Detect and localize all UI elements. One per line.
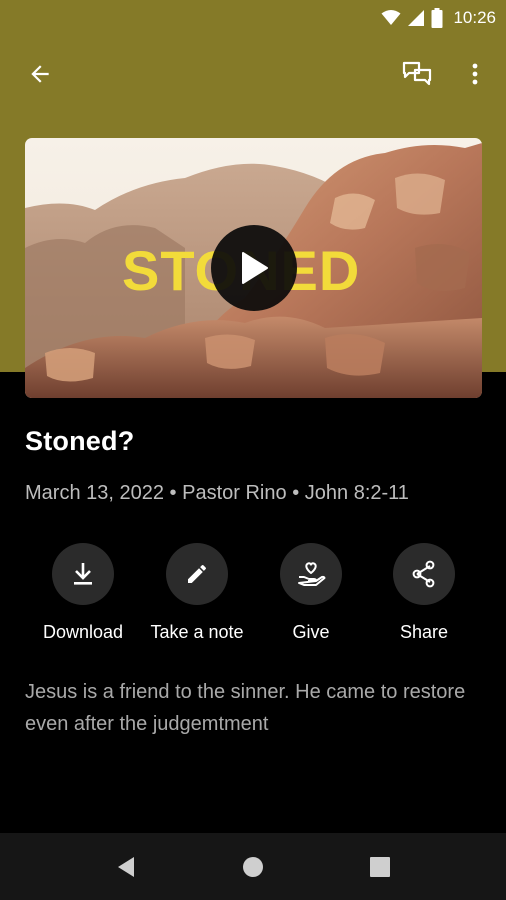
system-recents-button[interactable] [356, 843, 404, 891]
system-home-button[interactable] [229, 843, 277, 891]
nav-recents-icon [370, 857, 390, 877]
sermon-scripture: John 8:2-11 [304, 482, 409, 504]
action-row: Download Take a note Give Share [0, 543, 506, 653]
meta-separator: • [169, 482, 177, 504]
system-back-button[interactable] [102, 843, 150, 891]
download-label: Download [42, 622, 124, 642]
give-label: Give [292, 622, 330, 642]
share-button[interactable]: Share [364, 543, 484, 643]
nav-back-icon [118, 857, 134, 877]
battery-icon [431, 8, 443, 28]
share-label: Share [399, 622, 449, 642]
download-icon [74, 563, 92, 585]
system-nav-bar [0, 833, 506, 900]
arrow-back-icon [31, 65, 49, 83]
status-bar: 10:26 [0, 0, 506, 36]
wifi-icon [381, 10, 401, 25]
back-button[interactable] [18, 52, 62, 96]
download-button[interactable]: Download [23, 543, 143, 643]
sermon-date: March 13, 2022 [25, 482, 164, 504]
status-time: 10:26 [453, 8, 496, 27]
discussion-button[interactable] [395, 52, 439, 96]
share-icon [412, 560, 435, 588]
hand-heart-icon [298, 562, 326, 586]
more-vert-icon [472, 63, 478, 85]
play-button[interactable] [211, 225, 297, 311]
sermon-description: Jesus is a friend to the sinner. He came… [25, 681, 466, 735]
sermon-speaker: Pastor Rino [182, 482, 287, 504]
sermon-meta: March 13, 2022 • Pastor Rino • John 8:2-… [25, 482, 409, 505]
status-icons: 10:26 [381, 6, 496, 30]
give-button[interactable]: Give [251, 543, 371, 643]
take-note-button[interactable]: Take a note [137, 543, 257, 643]
give-circle [280, 543, 342, 605]
take-note-circle [166, 543, 228, 605]
take-note-label: Take a note [150, 622, 244, 642]
download-circle [52, 543, 114, 605]
play-icon [242, 252, 268, 284]
share-circle [393, 543, 455, 605]
sermon-title: Stoned? [25, 426, 135, 456]
more-options-button[interactable] [453, 52, 497, 96]
meta-separator: • [292, 482, 300, 504]
cellular-signal-icon [408, 10, 425, 26]
nav-home-icon [243, 857, 263, 877]
pencil-icon [188, 564, 207, 583]
chat-bubbles-icon [402, 61, 432, 86]
